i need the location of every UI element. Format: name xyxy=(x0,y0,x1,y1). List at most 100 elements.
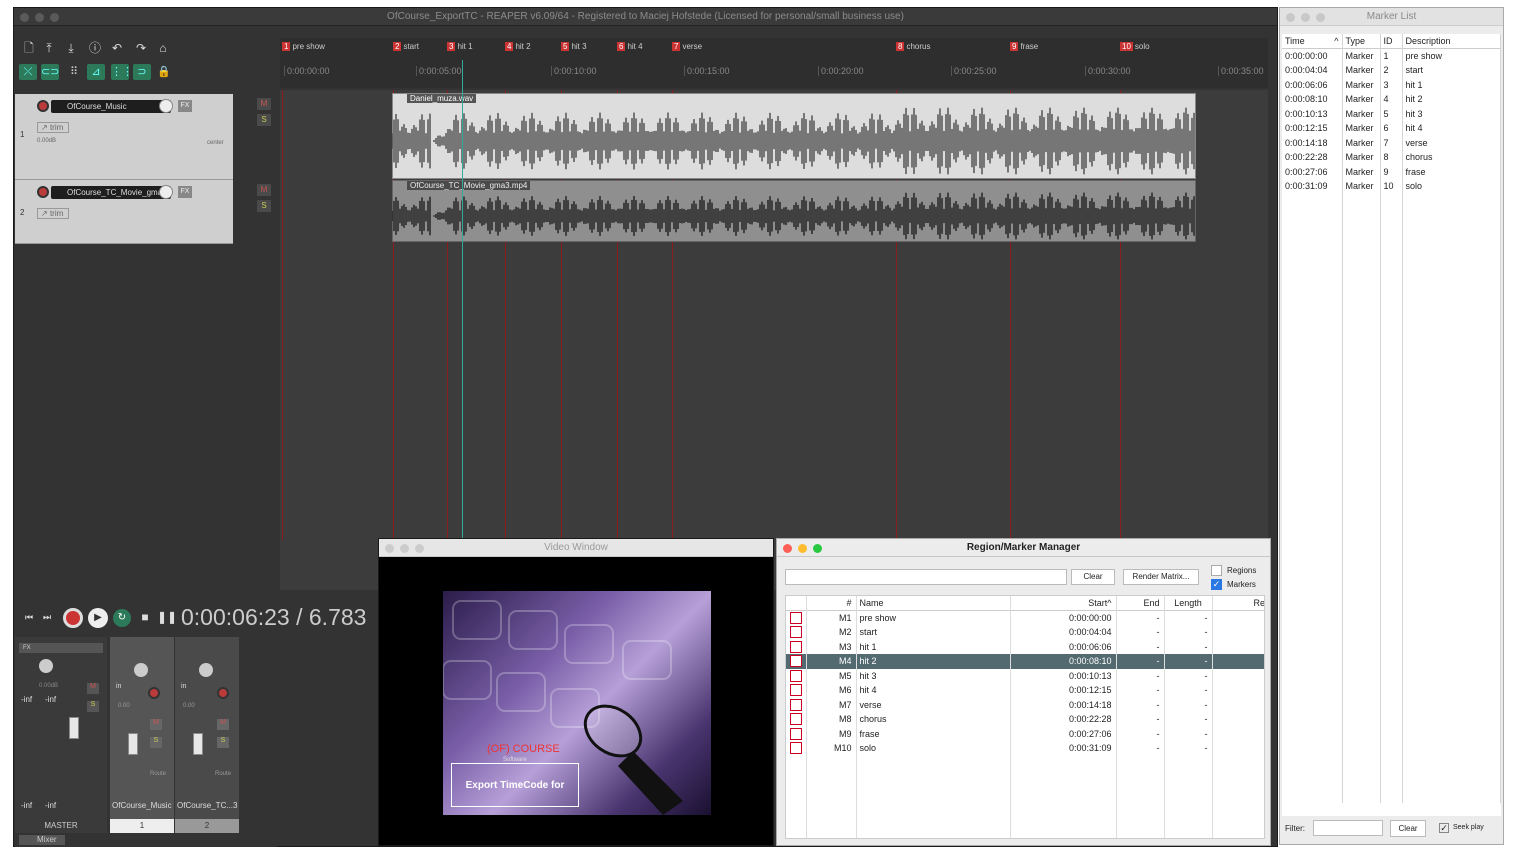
rm-row-length[interactable]: - xyxy=(1164,639,1213,654)
rm-row-start[interactable]: 0:00:27:06 xyxy=(1010,726,1117,741)
rm-row-end[interactable]: - xyxy=(1116,726,1165,741)
ml-row[interactable]: 0:00:06:06 Marker 3 hit 1 xyxy=(1282,77,1501,92)
ripple-edit-icon[interactable]: ⤫ xyxy=(19,64,37,80)
rm-row-end[interactable]: - xyxy=(1116,654,1165,669)
track-name[interactable]: OfCourse_TC_Movie_gma3 xyxy=(51,186,171,199)
rm-row-end[interactable]: - xyxy=(1116,610,1165,625)
rm-row-end[interactable]: - xyxy=(1116,697,1165,712)
rm-row-start[interactable]: 0:00:10:13 xyxy=(1010,668,1117,683)
rm-row-length[interactable]: - xyxy=(1164,741,1213,756)
rm-row-checkbox[interactable] xyxy=(789,669,802,682)
ch2-in-label[interactable]: in xyxy=(181,683,186,690)
trim-button[interactable]: ↗ trim xyxy=(37,208,69,219)
rm-row-checkbox[interactable] xyxy=(789,727,802,740)
trim-button[interactable]: ↗ trim xyxy=(37,122,69,133)
ch1-solo[interactable]: S xyxy=(150,737,162,748)
rm-row-length[interactable]: - xyxy=(1164,625,1213,640)
track2-mute[interactable]: M xyxy=(257,184,271,196)
rm-header-length[interactable]: Length xyxy=(1164,596,1213,611)
ml-row[interactable]: 0:00:04:04 Marker 2 start xyxy=(1282,63,1501,78)
ml-titlebar[interactable]: Marker List xyxy=(1280,8,1503,26)
ruler-marker[interactable]: 4 hit 2 xyxy=(505,42,531,52)
play-cursor[interactable] xyxy=(462,60,463,540)
rm-row-name[interactable]: verse xyxy=(856,697,1011,712)
redo-icon[interactable]: ↷ xyxy=(133,41,149,55)
master-pan-knob[interactable] xyxy=(39,659,53,673)
rm-row-start[interactable]: 0:00:08:10 xyxy=(1010,654,1117,669)
grid-lines-icon[interactable]: ⋮⋮ xyxy=(111,64,133,80)
rm-header-render[interactable]: Re xyxy=(1212,596,1264,611)
rm-row-length[interactable]: - xyxy=(1164,654,1213,669)
ruler-marker[interactable]: 1 pre show xyxy=(282,42,325,52)
go-end-icon[interactable]: ⏭ xyxy=(39,610,55,624)
rm-regions-checkbox[interactable] xyxy=(1211,565,1222,576)
ml-seek-checkbox[interactable]: ✓ xyxy=(1439,823,1449,833)
grid-icon[interactable]: ⠿ xyxy=(65,64,83,80)
rm-row[interactable]: M3 hit 1 0:00:06:06- - xyxy=(786,639,1264,654)
main-titlebar[interactable]: OfCourse_ExportTC - REAPER v6.09/64 - Re… xyxy=(14,8,1277,26)
ch2-route[interactable]: Route xyxy=(215,771,231,777)
rm-header-num[interactable]: # xyxy=(806,596,857,611)
ruler-marker[interactable]: 3 hit 1 xyxy=(447,42,473,52)
track-header-1[interactable]: 1 OfCourse_Music FX ↗ trim 0.00dB center xyxy=(15,94,233,180)
fx-button[interactable]: FX xyxy=(178,186,192,198)
loop-button[interactable]: ↻ xyxy=(113,609,131,627)
rm-row-checkbox[interactable] xyxy=(789,684,802,697)
record-arm-button[interactable] xyxy=(37,100,49,112)
rm-row-length[interactable]: - xyxy=(1164,610,1213,625)
rm-header-end[interactable]: End xyxy=(1116,596,1165,611)
rm-row-name[interactable]: hit 2 xyxy=(856,654,1011,669)
ruler-marker[interactable]: 9 frase xyxy=(1010,42,1038,52)
ch2-pan-knob[interactable] xyxy=(199,663,213,677)
rm-row-checkbox[interactable] xyxy=(789,626,802,639)
save-project-icon[interactable]: ⤓ xyxy=(63,41,79,55)
rm-row-name[interactable]: hit 4 xyxy=(856,683,1011,698)
ch1-number[interactable]: 1 xyxy=(110,819,174,833)
rm-render-matrix-button[interactable]: Render Matrix... xyxy=(1123,569,1199,585)
rm-row[interactable]: M8 chorus 0:00:22:28- - xyxy=(786,712,1264,727)
info-icon[interactable]: ⓘ xyxy=(87,41,103,55)
undo-icon[interactable]: ↶ xyxy=(109,41,125,55)
ch2-record-arm[interactable] xyxy=(217,687,229,699)
rm-row-name[interactable]: chorus xyxy=(856,712,1011,727)
rm-row-checkbox[interactable] xyxy=(789,612,802,624)
ml-row[interactable]: 0:00:22:28 Marker 8 chorus xyxy=(1282,150,1501,165)
rm-row-start[interactable]: 0:00:14:18 xyxy=(1010,697,1117,712)
rm-row-start[interactable]: 0:00:04:04 xyxy=(1010,625,1117,640)
ruler-marker[interactable]: 6 hit 4 xyxy=(617,42,643,52)
rm-row-start[interactable]: 0:00:06:06 xyxy=(1010,639,1117,654)
ruler-marker[interactable]: 5 hit 3 xyxy=(561,42,587,52)
rm-row-start[interactable]: 0:00:00:00 xyxy=(1010,610,1117,625)
rm-row[interactable]: M2 start 0:00:04:04- - xyxy=(786,625,1264,640)
rm-markers-checkbox[interactable]: ✓ xyxy=(1211,579,1222,590)
rm-row[interactable]: M4 hit 2 0:00:08:10- - xyxy=(786,654,1264,669)
rm-row-length[interactable]: - xyxy=(1164,712,1213,727)
play-button[interactable]: ▶ xyxy=(88,608,108,628)
ml-row[interactable]: 0:00:08:10 Marker 4 hit 2 xyxy=(1282,92,1501,107)
rm-row-checkbox[interactable] xyxy=(789,742,802,755)
ml-row[interactable]: 0:00:31:09 Marker 10 solo xyxy=(1282,179,1501,194)
rm-search-input[interactable] xyxy=(785,569,1067,585)
rm-row-checkbox[interactable] xyxy=(789,640,802,653)
open-project-icon[interactable]: ⤒ xyxy=(41,41,57,55)
ml-row[interactable]: 0:00:12:15 Marker 6 hit 4 xyxy=(1282,121,1501,136)
rm-row-checkbox[interactable] xyxy=(789,713,802,726)
ml-row[interactable]: 0:00:14:18 Marker 7 verse xyxy=(1282,135,1501,150)
loop-icon[interactable]: ⊃ xyxy=(133,64,151,80)
fx-button[interactable]: FX xyxy=(178,100,192,112)
ruler-marker[interactable]: 10 solo xyxy=(1120,42,1150,52)
ruler-marker[interactable]: 2 start xyxy=(393,42,419,52)
rm-row-name[interactable]: hit 1 xyxy=(856,639,1011,654)
ml-row[interactable]: 0:00:00:00 Marker 1 pre show xyxy=(1282,48,1501,63)
rm-row[interactable]: M10 solo 0:00:31:09- - xyxy=(786,741,1264,756)
master-fader[interactable] xyxy=(69,717,79,739)
rm-row[interactable]: M1 pre show 0:00:00:00- - xyxy=(786,610,1264,625)
ml-header-time[interactable]: Time ^ xyxy=(1282,34,1343,49)
master-fx-button[interactable]: FX xyxy=(19,643,103,653)
rm-row-length[interactable]: - xyxy=(1164,697,1213,712)
time-display[interactable]: 0:00:06:23 / 6.783 xyxy=(181,604,366,631)
rm-row-name[interactable]: solo xyxy=(856,741,1011,756)
ml-row[interactable]: 0:00:27:06 Marker 9 frase xyxy=(1282,164,1501,179)
rm-clear-button[interactable]: Clear xyxy=(1071,569,1115,585)
ml-header-type[interactable]: Type xyxy=(1342,34,1381,49)
